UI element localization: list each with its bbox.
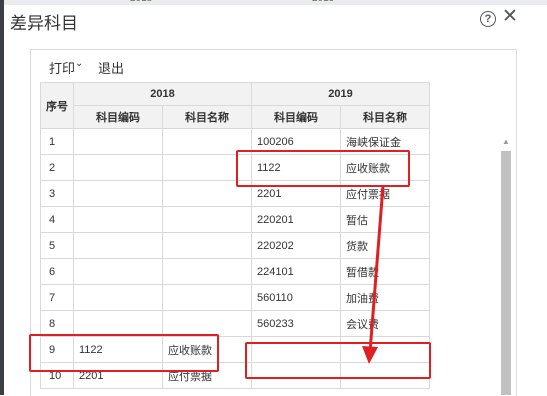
- annotation-arrow-line: [368, 185, 385, 353]
- annotation-arrow: [362, 185, 385, 364]
- annotation-arrow-head: [362, 346, 378, 364]
